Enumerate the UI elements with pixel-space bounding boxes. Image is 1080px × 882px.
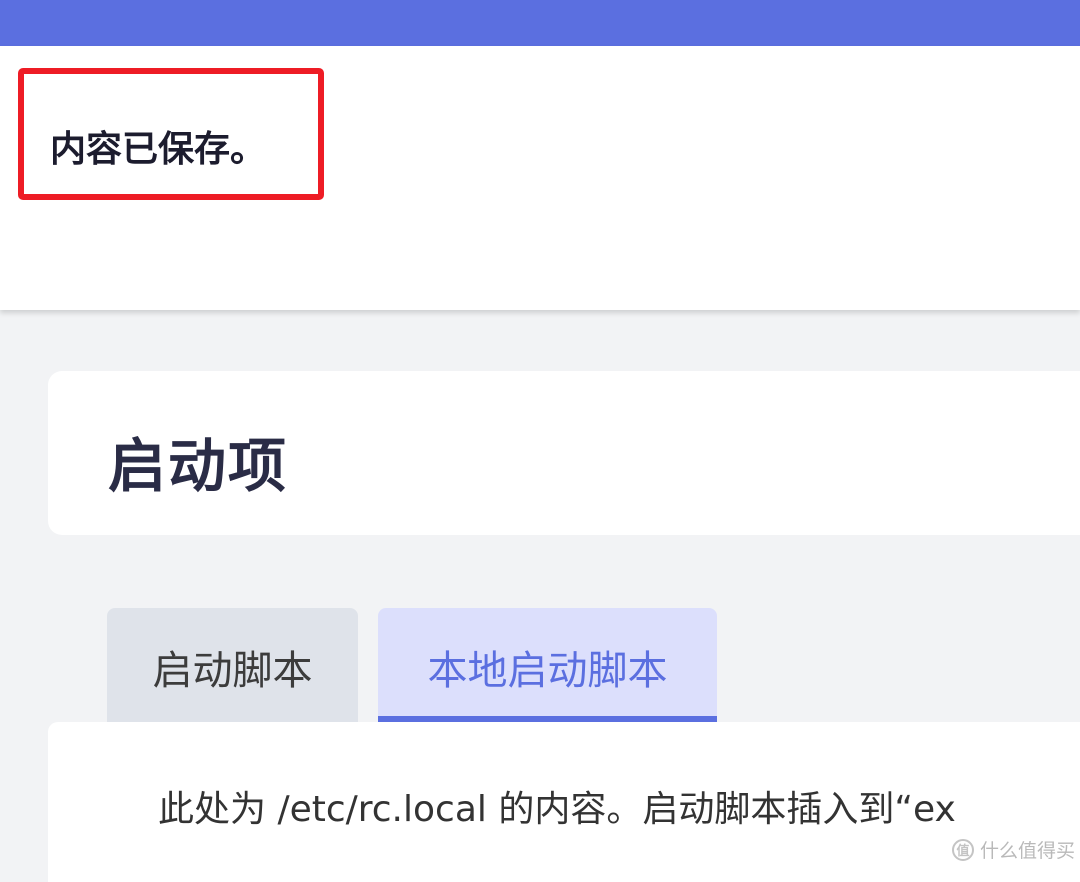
notification-message: 内容已保存。 (50, 129, 267, 170)
page-header-card: 启动项 (48, 371, 1080, 535)
watermark: 值 什么值得买 (952, 836, 1075, 863)
save-notification: 内容已保存。 (0, 46, 1080, 310)
tab-label: 启动脚本 (152, 648, 313, 694)
tab-content-panel: 此处为 /etc/rc.local 的内容。启动脚本插入到“ex (48, 722, 1080, 882)
tab-startup-script[interactable]: 启动脚本 (107, 608, 358, 722)
tab-label: 本地启动脚本 (427, 648, 668, 694)
watermark-text: 什么值得买 (980, 840, 1076, 862)
page-title: 启动项 (108, 432, 289, 500)
watermark-logo-icon: 值 (952, 838, 974, 861)
description-text: 此处为 /etc/rc.local 的内容。启动脚本插入到“ex (158, 789, 956, 830)
top-bar (0, 0, 1080, 46)
tab-local-startup-script[interactable]: 本地启动脚本 (378, 608, 717, 722)
